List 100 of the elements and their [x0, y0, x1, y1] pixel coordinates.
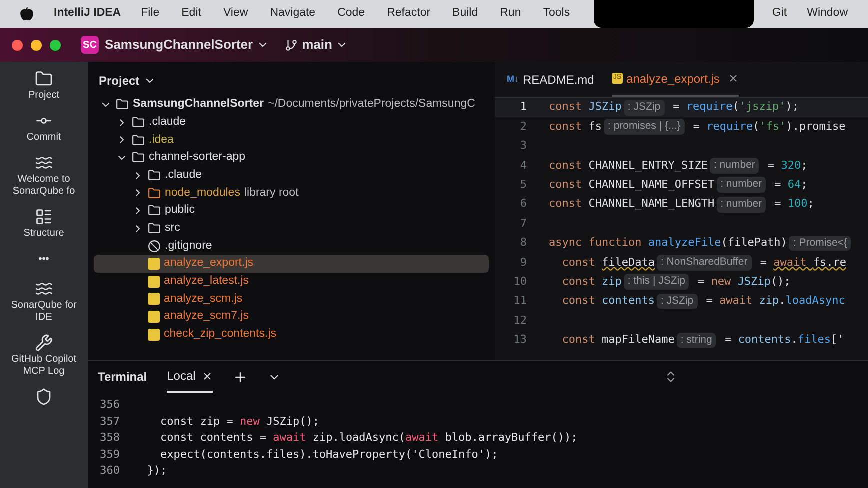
tree-item-label: node_modules	[165, 186, 240, 201]
waves-icon	[35, 280, 53, 298]
tree-item-label: analyze_scm.js	[164, 292, 243, 307]
tree-item-label: .idea	[149, 132, 174, 148]
menu-item[interactable]: Run	[500, 5, 522, 23]
tree-row[interactable]: check_zip_contents.js	[94, 326, 489, 344]
inlay-hint: : number	[710, 158, 760, 174]
tree-row[interactable]: .claude	[94, 114, 489, 132]
folder-icon	[148, 169, 161, 182]
tree-row[interactable]: analyze_scm.js	[94, 290, 489, 308]
code-line: const contents : JSZip = await zip.loadAsync	[561, 293, 846, 310]
code-token: await	[774, 254, 808, 271]
folder-icon	[148, 222, 161, 236]
line-number: 358	[99, 430, 121, 446]
inlay-hint: : this | JSZip	[624, 274, 690, 290]
menu-item[interactable]: Refactor	[387, 5, 431, 23]
tree-item-note: ~/Documents/privateProjects/SamsungC	[268, 97, 476, 112]
code-line: const fileData : NonSharedBuffer = await fs.re	[535, 254, 846, 272]
tree-item-label: .claude	[149, 114, 186, 130]
wrench-icon	[35, 334, 53, 352]
more-button[interactable]: •••	[38, 250, 50, 270]
code-line: const CHANNEL_NAME_LENGTH : number = 100;	[535, 196, 814, 213]
menu-item[interactable]: Window	[807, 5, 848, 23]
js-file-icon	[148, 311, 160, 324]
code-line: const fs : promises | {...} = require('fs').promise	[548, 118, 846, 136]
branch-selector[interactable]: main	[285, 35, 348, 55]
tree-item-note: library root	[244, 186, 299, 201]
tool-window-button[interactable]: Commit	[22, 112, 66, 144]
tree-item-label: .gitignore	[165, 238, 212, 254]
code-line: async function analyzeFile(filePath) : Promise<{	[535, 235, 854, 252]
markdown-icon: M↓	[507, 72, 519, 86]
tree-row[interactable]: .idea	[94, 131, 489, 150]
tree-row[interactable]: public	[94, 202, 489, 220]
folder-icon	[35, 70, 53, 88]
inlay-hint: : JSZip	[624, 100, 665, 116]
menu-item[interactable]: Tools	[543, 5, 570, 23]
tree-row[interactable]: SamsungChannelSorter ~/Documents/privateProjects/SamsungC	[94, 96, 489, 114]
editor-tab[interactable]: M↓ README.md	[507, 62, 594, 97]
line-number: 9	[519, 254, 528, 271]
code-line: const mapFileName : string = contents.files['	[561, 332, 844, 349]
tree-item-label: channel-sorter-app	[149, 150, 246, 166]
folder-icon	[148, 186, 161, 200]
app-menu[interactable]: IntelliJ IDEA	[54, 5, 122, 23]
inlay-hint: : NonSharedBuffer	[656, 254, 752, 271]
code-line: const JSZip : JSZip = require('jszip');	[535, 99, 800, 116]
tool-window-button[interactable]: GitHub Copilot MCP Log	[0, 334, 88, 378]
tool-window-button[interactable]: Structure	[20, 208, 68, 240]
tool-window-button[interactable]: Project	[24, 70, 64, 102]
tree-row[interactable]: node_modules library root	[94, 184, 489, 202]
menu-item[interactable]: Navigate	[270, 5, 316, 23]
tree-row[interactable]: channel-sorter-app	[94, 149, 489, 167]
line-number: 356	[99, 397, 121, 413]
inlay-hint: : string	[676, 332, 716, 348]
code-line: const zip : this | JSZip = new JSZip();	[535, 274, 791, 290]
menu-item[interactable]: Edit	[182, 5, 202, 23]
tool-window-button[interactable]: SonarQube for IDE	[0, 280, 88, 324]
tree-row[interactable]: analyze_latest.js	[94, 272, 489, 291]
tree-row[interactable]: analyze_export.js	[94, 255, 489, 273]
terminal-tab[interactable]: Local	[167, 361, 213, 393]
tree-row[interactable]: .gitignore	[94, 238, 489, 256]
inlay-hint: : JSZip	[656, 294, 698, 310]
tree-row[interactable]: analyze_scm7.js	[94, 308, 489, 326]
menu-item[interactable]: Git	[772, 5, 788, 23]
line-number: 11	[512, 293, 528, 310]
menu-item[interactable]: View	[223, 5, 248, 23]
line-number: 2	[519, 118, 528, 135]
apple-icon[interactable]	[20, 7, 34, 21]
panel-title-dropdown[interactable]: Project	[99, 72, 489, 90]
folder-icon	[132, 134, 145, 147]
code-line: const CHANNEL_ENTRY_SIZE : number = 320;	[548, 158, 808, 174]
js-file-icon	[148, 276, 160, 288]
code-line: const contents = await zip.loadAsync(await blob.arrayBuffer());	[159, 430, 578, 446]
tool-window-button[interactable]: Welcome to SonarQube fo	[0, 154, 88, 198]
project-switcher[interactable]: SamsungChannelSorter	[105, 35, 270, 55]
add-icon[interactable]	[232, 370, 248, 384]
tree-item-label: check_zip_contents.js	[164, 327, 277, 342]
line-number: 6	[519, 196, 528, 212]
tree-row[interactable]: .claude	[94, 166, 489, 184]
js-file-icon	[148, 328, 160, 341]
ignore-icon	[148, 240, 161, 253]
tree-row[interactable]: src	[94, 220, 489, 238]
close-icon[interactable]	[202, 370, 213, 382]
menu-item[interactable]: File	[141, 5, 160, 23]
folder-icon	[132, 151, 145, 164]
tree-item-label: analyze_latest.js	[164, 274, 250, 290]
menu-item[interactable]: Build	[452, 5, 478, 23]
inlay-hint: : number	[716, 196, 766, 213]
code-token: fs.re	[813, 254, 846, 271]
js-file-icon	[148, 293, 160, 306]
close-icon[interactable]	[728, 73, 739, 84]
branch-icon	[285, 38, 298, 52]
menu-item[interactable]: Code	[338, 5, 366, 23]
inlay-hint: : number	[716, 177, 766, 194]
code-line: expect(contents.files).toHaveProperty('CloneInfo');	[159, 446, 498, 462]
folder-icon	[148, 204, 161, 218]
waves-icon	[35, 154, 53, 172]
line-number: 359	[99, 446, 121, 462]
js-file-icon	[148, 258, 160, 270]
code-line: const CHANNEL_NAME_OFFSET : number = 64;	[535, 177, 808, 194]
line-number: 4	[519, 158, 528, 174]
